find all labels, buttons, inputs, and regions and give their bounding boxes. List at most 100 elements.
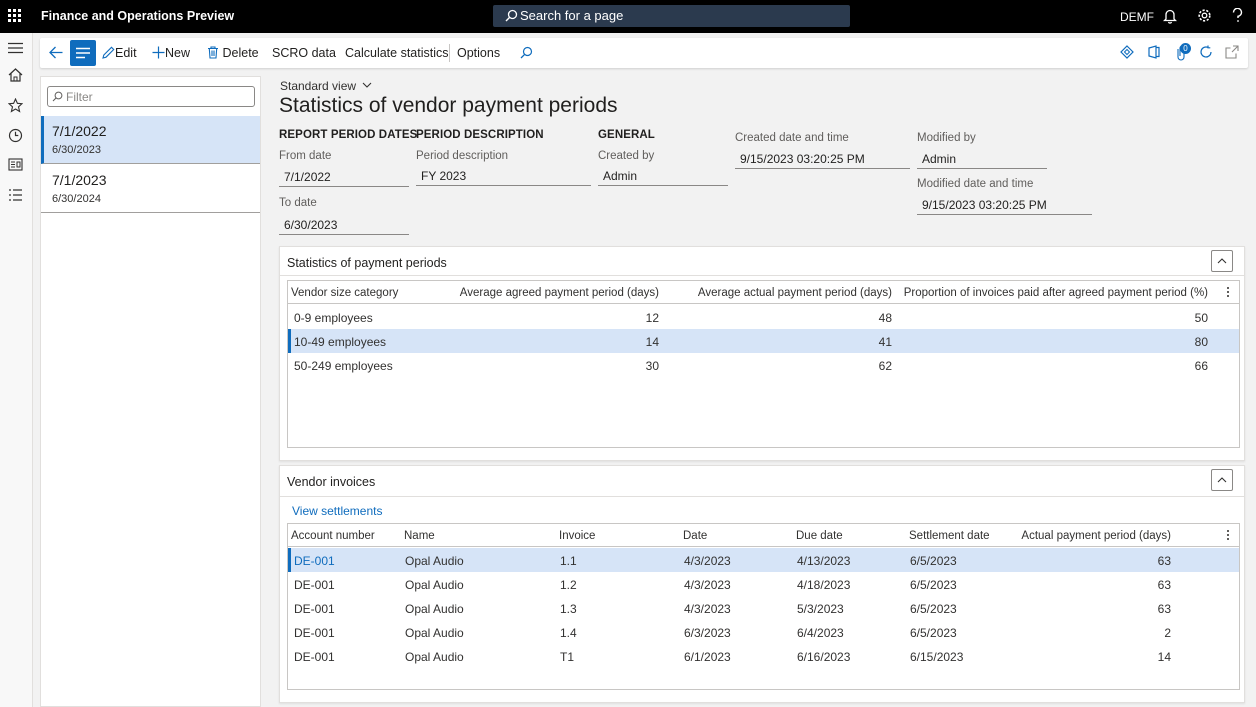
power-apps-diamond-icon[interactable] bbox=[1120, 45, 1134, 59]
hamburger-menu-icon[interactable] bbox=[8, 42, 23, 54]
more-options-icon[interactable] bbox=[1227, 530, 1230, 542]
calculate-statistics-button[interactable]: Calculate statistics bbox=[345, 46, 449, 60]
cell-account-number-link[interactable]: DE-001 bbox=[294, 554, 335, 568]
refresh-icon[interactable] bbox=[1199, 45, 1213, 59]
column-header-avg-actual[interactable]: Average actual payment period (days) bbox=[698, 287, 892, 299]
company-picker[interactable]: DEMF bbox=[1120, 10, 1154, 24]
list-view-toggle-button[interactable] bbox=[70, 40, 96, 66]
office-icon[interactable] bbox=[1147, 45, 1160, 59]
cell-name: Opal Audio bbox=[405, 554, 464, 568]
bell-icon[interactable] bbox=[1163, 8, 1177, 24]
table-row[interactable]: DE-001 Opal Audio 1.4 6/3/2023 6/4/2023 … bbox=[288, 620, 1239, 644]
page-search-box[interactable]: Search for a page bbox=[493, 5, 850, 27]
delete-button[interactable]: Delete bbox=[207, 46, 259, 60]
created-date-time-field[interactable]: 9/15/2023 03:20:25 PM bbox=[735, 147, 910, 169]
table-row[interactable]: 50-249 employees 30 62 66 bbox=[288, 353, 1239, 377]
cell-actual-period: 2 bbox=[1164, 626, 1171, 640]
table-row[interactable]: DE-001 Opal Audio T1 6/1/2023 6/16/2023 … bbox=[288, 644, 1239, 668]
card-divider bbox=[280, 275, 1244, 276]
cell-vendor-size: 10-49 employees bbox=[294, 335, 387, 349]
help-icon[interactable] bbox=[1232, 8, 1243, 23]
modified-date-time-field[interactable]: 9/15/2023 03:20:25 PM bbox=[917, 193, 1092, 215]
scro-data-button[interactable]: SCRO data bbox=[272, 46, 336, 60]
cell-avg-agreed: 12 bbox=[645, 311, 659, 325]
gear-icon[interactable] bbox=[1197, 8, 1212, 23]
cell-account-number[interactable]: DE-001 bbox=[294, 602, 335, 616]
modified-by-label: Modified by bbox=[917, 132, 976, 144]
to-date-field[interactable]: 6/30/2023 bbox=[279, 213, 409, 235]
cell-account-number[interactable]: DE-001 bbox=[294, 650, 335, 664]
back-arrow-icon[interactable] bbox=[49, 46, 63, 59]
filter-placeholder: Filter bbox=[66, 90, 93, 104]
period-description-field[interactable]: FY 2023 bbox=[416, 164, 591, 186]
search-actions-icon[interactable] bbox=[520, 46, 533, 59]
grid-header-row: Vendor size category Average agreed paym… bbox=[288, 281, 1239, 304]
column-header-account-number[interactable]: Account number bbox=[291, 530, 375, 542]
pencil-icon bbox=[102, 46, 115, 59]
table-row[interactable]: DE-001 Opal Audio 1.2 4/3/2023 4/18/2023… bbox=[288, 572, 1239, 596]
cell-proportion: 66 bbox=[1194, 359, 1208, 373]
cell-due-date: 5/3/2023 bbox=[797, 602, 844, 616]
collapse-statistics-button[interactable] bbox=[1211, 250, 1233, 272]
table-row[interactable]: 10-49 employees 14 41 80 bbox=[288, 329, 1239, 353]
home-icon[interactable] bbox=[8, 68, 23, 82]
column-header-vendor-size[interactable]: Vendor size category bbox=[291, 287, 398, 299]
app-launcher-icon[interactable] bbox=[8, 9, 22, 23]
filter-input[interactable]: Filter bbox=[47, 86, 255, 107]
view-settlements-link[interactable]: View settlements bbox=[292, 504, 383, 518]
options-tab[interactable]: Options bbox=[457, 46, 500, 60]
column-header-settlement-date[interactable]: Settlement date bbox=[909, 530, 990, 542]
modules-list-icon[interactable] bbox=[8, 188, 23, 202]
cell-actual-period: 63 bbox=[1157, 554, 1171, 568]
cell-date: 4/3/2023 bbox=[684, 578, 731, 592]
table-row[interactable]: DE-001 Opal Audio 1.1 4/3/2023 4/13/2023… bbox=[288, 548, 1239, 572]
more-options-icon[interactable] bbox=[1227, 287, 1230, 299]
favorites-star-icon[interactable] bbox=[8, 98, 23, 113]
column-header-date[interactable]: Date bbox=[683, 530, 707, 542]
cell-vendor-size: 0-9 employees bbox=[294, 311, 373, 325]
column-header-actual-period[interactable]: Actual payment period (days) bbox=[1021, 530, 1171, 542]
cell-account-number[interactable]: DE-001 bbox=[294, 626, 335, 640]
column-header-invoice[interactable]: Invoice bbox=[559, 530, 595, 542]
modified-by-field[interactable]: Admin bbox=[917, 147, 1047, 169]
new-button[interactable]: New bbox=[152, 46, 190, 60]
view-selector[interactable]: Standard view bbox=[280, 79, 372, 93]
chevron-up-icon bbox=[1217, 477, 1227, 483]
recent-clock-icon[interactable] bbox=[8, 128, 23, 143]
selected-row-indicator bbox=[288, 548, 291, 572]
list-lines-icon bbox=[76, 47, 90, 59]
cell-account-number[interactable]: DE-001 bbox=[294, 578, 335, 592]
attachment-count-badge: 0 bbox=[1180, 43, 1191, 54]
vendor-invoices-grid: Account number Name Invoice Date Due dat… bbox=[287, 523, 1240, 690]
cell-invoice: 1.4 bbox=[560, 626, 577, 640]
cell-name: Opal Audio bbox=[405, 650, 464, 664]
to-date-label: To date bbox=[279, 197, 317, 209]
modified-date-time-label: Modified date and time bbox=[917, 178, 1034, 190]
table-row[interactable]: DE-001 Opal Audio 1.3 4/3/2023 5/3/2023 … bbox=[288, 596, 1239, 620]
cell-invoice: 1.3 bbox=[560, 602, 577, 616]
period-description-label: Period description bbox=[416, 150, 509, 162]
edit-button[interactable]: Edit bbox=[102, 46, 137, 60]
created-by-field[interactable]: Admin bbox=[598, 164, 728, 186]
record-list-pane: Filter 7/1/2022 6/30/2023 7/1/2023 6/30/… bbox=[40, 76, 261, 707]
list-item[interactable]: 7/1/2023 6/30/2024 bbox=[41, 165, 260, 213]
from-date-field[interactable]: 7/1/2022 bbox=[279, 165, 409, 187]
list-item-to-date: 6/30/2024 bbox=[52, 193, 101, 205]
column-header-avg-agreed[interactable]: Average agreed payment period (days) bbox=[460, 287, 659, 299]
cell-name: Opal Audio bbox=[405, 626, 464, 640]
workspaces-icon[interactable] bbox=[8, 158, 23, 171]
open-in-new-window-icon[interactable] bbox=[1225, 45, 1239, 59]
column-header-proportion[interactable]: Proportion of invoices paid after agreed… bbox=[904, 287, 1208, 299]
card-divider bbox=[280, 496, 1244, 497]
table-row[interactable]: 0-9 employees 12 48 50 bbox=[288, 305, 1239, 329]
column-header-name[interactable]: Name bbox=[404, 530, 435, 542]
search-icon bbox=[505, 9, 518, 22]
attachments-button[interactable]: 0 bbox=[1175, 43, 1191, 61]
column-header-due-date[interactable]: Due date bbox=[796, 530, 843, 542]
collapse-invoices-button[interactable] bbox=[1211, 469, 1233, 491]
list-item[interactable]: 7/1/2022 6/30/2023 bbox=[41, 116, 260, 164]
cell-date: 4/3/2023 bbox=[684, 554, 731, 568]
trash-icon bbox=[208, 46, 218, 59]
action-pane: Edit New Delete SCRO data Calculate stat… bbox=[40, 38, 1248, 68]
filter-search-icon bbox=[52, 91, 63, 102]
